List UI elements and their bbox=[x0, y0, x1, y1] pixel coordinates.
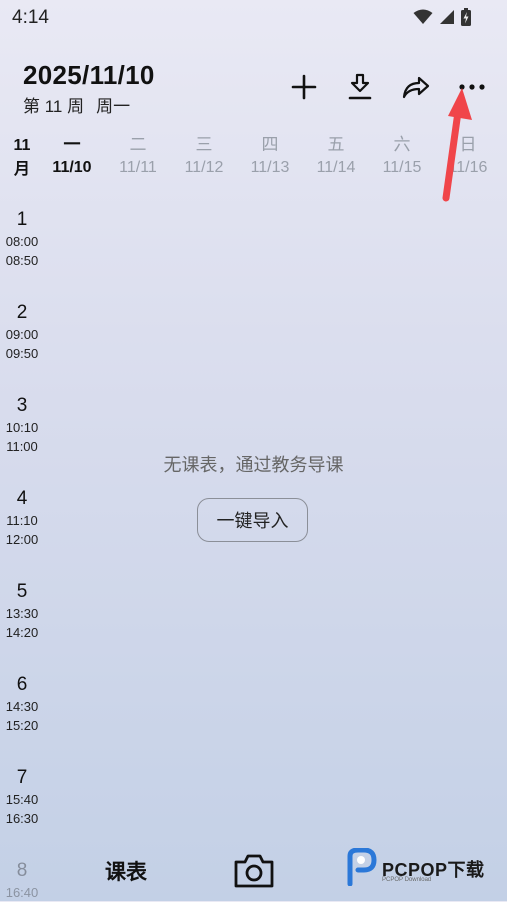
camera-icon bbox=[234, 854, 274, 888]
period-number: 1 bbox=[16, 209, 28, 230]
period-start: 15:40 bbox=[5, 792, 39, 807]
day-date: 11/13 bbox=[250, 159, 290, 176]
plus-icon bbox=[291, 74, 317, 100]
period-number: 7 bbox=[16, 767, 28, 788]
period-number: 6 bbox=[16, 674, 28, 695]
day-name: 五 bbox=[327, 135, 345, 154]
day-column-sat[interactable]: 六 11/15 bbox=[369, 134, 435, 180]
week-info: 第 11 周周一 bbox=[23, 92, 142, 117]
share-icon bbox=[402, 76, 430, 99]
weekday-label: 周一 bbox=[96, 97, 131, 116]
month-label: 11 月 bbox=[10, 134, 34, 182]
period-start: 08:00 bbox=[5, 234, 39, 249]
period-slot: 5 13:30 14:20 bbox=[0, 580, 44, 642]
day-column-sun[interactable]: 日 11/16 bbox=[435, 134, 501, 180]
nav-tab-schedule[interactable]: 课表 bbox=[105, 856, 147, 886]
status-icons bbox=[413, 8, 471, 26]
status-bar: 4:14 bbox=[0, 0, 507, 36]
period-end: 14:20 bbox=[5, 625, 39, 640]
day-name: 四 bbox=[261, 135, 279, 154]
period-end: 12:00 bbox=[5, 532, 39, 547]
period-number: 2 bbox=[16, 302, 28, 323]
watermark: PCPOP下载 PCPOP Download bbox=[344, 848, 504, 888]
signal-icon bbox=[440, 10, 454, 24]
more-button[interactable] bbox=[455, 70, 489, 104]
period-slot: 3 10:10 11:00 bbox=[0, 394, 44, 456]
period-start: 13:30 bbox=[5, 606, 39, 621]
day-date: 11/16 bbox=[448, 159, 488, 176]
period-slot: 2 09:00 09:50 bbox=[0, 301, 44, 363]
wifi-icon bbox=[413, 9, 433, 24]
day-date: 11/10 bbox=[52, 159, 92, 176]
month-unit: 月 bbox=[13, 161, 30, 178]
download-icon bbox=[348, 73, 372, 100]
day-name: 六 bbox=[393, 135, 411, 154]
period-start: 10:10 bbox=[5, 420, 39, 435]
day-name: 二 bbox=[129, 135, 147, 154]
day-column-tue[interactable]: 二 11/11 bbox=[105, 134, 171, 180]
day-name: 三 bbox=[195, 135, 213, 154]
period-slot: 4 11:10 12:00 bbox=[0, 487, 44, 549]
period-end: 09:50 bbox=[5, 346, 39, 361]
period-end: 15:20 bbox=[5, 718, 39, 733]
day-name: 一 bbox=[63, 135, 81, 154]
day-name: 日 bbox=[459, 135, 477, 154]
watermark-sub: PCPOP Download bbox=[382, 877, 432, 883]
period-number: 5 bbox=[16, 581, 28, 602]
more-icon bbox=[459, 84, 485, 90]
battery-icon bbox=[461, 8, 471, 26]
status-time: 4:14 bbox=[12, 7, 49, 28]
week-day-header: 11 月 一 11/10 二 11/11 三 11/12 四 11/13 五 1… bbox=[0, 134, 507, 182]
period-start: 09:00 bbox=[5, 327, 39, 342]
share-button[interactable] bbox=[399, 70, 433, 104]
one-click-import-button[interactable]: 一键导入 bbox=[197, 498, 308, 542]
day-column-mon[interactable]: 一 11/10 bbox=[39, 134, 105, 180]
period-slot: 7 15:40 16:30 bbox=[0, 766, 44, 828]
period-end: 16:30 bbox=[5, 811, 39, 826]
day-column-wed[interactable]: 三 11/12 bbox=[171, 134, 237, 180]
period-number: 4 bbox=[16, 488, 28, 509]
period-start: 11:10 bbox=[6, 513, 38, 528]
import-download-button[interactable] bbox=[343, 70, 377, 104]
day-date: 11/14 bbox=[316, 159, 356, 176]
day-date: 11/11 bbox=[119, 159, 157, 176]
day-column-fri[interactable]: 五 11/14 bbox=[303, 134, 369, 180]
day-column-thu[interactable]: 四 11/13 bbox=[237, 134, 303, 180]
period-end: 08:50 bbox=[5, 253, 39, 268]
day-date: 11/12 bbox=[184, 159, 224, 176]
period-slot: 1 08:00 08:50 bbox=[0, 208, 44, 270]
empty-schedule-message: 无课表，通过教务导课 bbox=[163, 455, 344, 475]
period-number: 3 bbox=[16, 395, 28, 416]
current-date: 2025/11/10 bbox=[23, 60, 155, 90]
week-number: 第 11 周 bbox=[23, 97, 85, 116]
month-number: 11 bbox=[13, 137, 31, 154]
pcpop-logo-icon bbox=[347, 848, 377, 886]
day-date: 11/15 bbox=[382, 159, 422, 176]
nav-camera-button[interactable] bbox=[232, 851, 276, 891]
add-button[interactable] bbox=[287, 70, 321, 104]
period-slot: 6 14:30 15:20 bbox=[0, 673, 44, 735]
period-start: 14:30 bbox=[5, 699, 39, 714]
